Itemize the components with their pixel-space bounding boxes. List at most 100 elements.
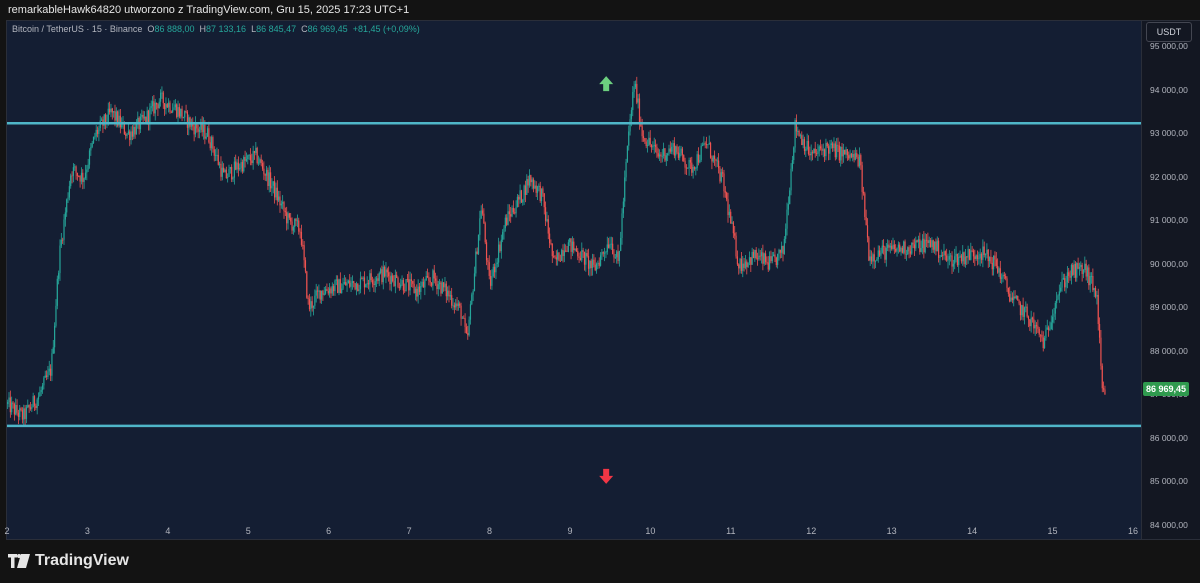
candle-body: [342, 284, 344, 289]
candle-body: [189, 117, 191, 127]
candle-body: [1100, 337, 1102, 366]
candle-body: [424, 280, 426, 288]
candle-body: [149, 107, 151, 123]
candle-body: [832, 143, 834, 149]
candle-body: [205, 136, 207, 139]
candle-body: [1017, 295, 1019, 301]
candle-body: [443, 282, 445, 288]
candle-body: [494, 266, 496, 273]
candle-body: [350, 282, 352, 287]
candle-body: [876, 259, 878, 261]
candle-body: [278, 196, 280, 201]
candle-body: [299, 231, 301, 233]
candle-body: [283, 202, 285, 212]
candle-body: [685, 167, 688, 169]
candle-body: [712, 155, 714, 162]
candle-body: [239, 168, 241, 170]
candle-body: [899, 244, 901, 252]
candle-body: [1035, 325, 1038, 327]
candle-body: [181, 108, 183, 118]
candle-body: [849, 153, 851, 159]
candle-body: [174, 104, 176, 108]
candle-body: [680, 148, 682, 154]
candle-body: [755, 249, 757, 259]
candle-body: [551, 243, 553, 257]
candle-body: [798, 131, 800, 137]
candle-body: [807, 141, 810, 154]
candle-body: [634, 83, 637, 88]
candle-body: [877, 250, 879, 260]
candle-body: [587, 256, 590, 269]
candle-body: [660, 154, 662, 157]
candle-body: [263, 168, 265, 175]
candle-body: [169, 102, 171, 112]
candle-body: [1068, 272, 1070, 276]
candle-body: [665, 155, 667, 161]
candle-body: [146, 110, 148, 123]
candle-body: [515, 207, 517, 214]
candle-body: [1050, 322, 1052, 330]
candle-body: [420, 285, 422, 292]
candle-body: [178, 107, 180, 117]
candle-body: [570, 238, 572, 252]
candle-body: [393, 281, 395, 286]
candlestick-plot: [7, 76, 1141, 484]
candle-body: [84, 172, 87, 179]
candle-body: [579, 258, 582, 261]
candle-body: [719, 168, 721, 182]
candle-body: [412, 281, 414, 284]
candle-body: [21, 410, 24, 420]
candle-body: [676, 146, 678, 153]
candle-body: [19, 408, 21, 417]
candle-body: [873, 254, 875, 262]
candle-body: [476, 251, 478, 254]
candle-body: [793, 147, 795, 161]
candle-body: [743, 263, 745, 268]
candle-body: [491, 276, 493, 286]
candle-body: [546, 219, 548, 221]
candle-body: [1053, 313, 1055, 317]
candle-body: [547, 219, 549, 234]
candle-body: [636, 83, 638, 103]
candle-body: [971, 250, 973, 252]
candle-body: [905, 254, 908, 255]
candle-body: [36, 399, 38, 409]
candle-body: [523, 185, 525, 200]
candle-body: [324, 289, 327, 294]
candle-body: [967, 248, 969, 258]
candle-body: [390, 275, 392, 285]
candle-body: [1066, 272, 1068, 283]
candle-body: [92, 136, 95, 144]
candle-body: [31, 407, 33, 409]
candle-body: [11, 402, 13, 413]
candle-body: [1052, 316, 1054, 323]
candle-body: [979, 253, 981, 259]
candle-body: [829, 145, 831, 154]
candle-body: [487, 260, 489, 263]
candle-body: [968, 248, 971, 260]
candle-body: [329, 288, 331, 294]
candle-body: [630, 110, 633, 120]
candle-body: [766, 261, 768, 263]
candle-body: [514, 212, 516, 214]
candle-body: [367, 283, 370, 285]
tradingview-brand[interactable]: TradingView: [8, 552, 129, 570]
candle-body: [948, 256, 950, 260]
candle-body: [359, 278, 362, 290]
candle-body: [467, 333, 469, 336]
candle-body: [815, 153, 818, 154]
candle-body: [155, 102, 158, 105]
candle-body: [860, 155, 862, 166]
candle-body: [504, 217, 506, 229]
candle-body: [1045, 329, 1047, 338]
candle-body: [396, 274, 398, 278]
candle-body: [68, 186, 70, 198]
candle-body: [864, 193, 866, 217]
candle-body: [498, 244, 500, 263]
candle-body: [559, 260, 561, 262]
candle-body: [613, 253, 615, 258]
candle-body: [574, 248, 576, 251]
candle-body: [629, 119, 631, 132]
candle-body: [274, 181, 276, 198]
candle-body: [621, 213, 623, 239]
